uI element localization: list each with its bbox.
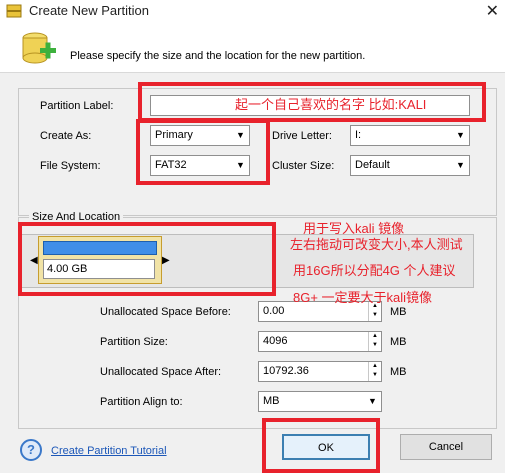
unallocated-after-value: 10792.36 [263,365,309,377]
dropdown-arrow-icon: ▼ [456,160,465,170]
partition-size-label: Partition Size: [100,336,168,348]
create-as-label: Create As: [40,130,92,142]
cluster-size-label: Cluster Size: [272,160,335,172]
align-to-select[interactable]: MB ▼ [258,391,382,412]
unallocated-after-label: Unallocated Space After: [100,366,222,378]
drive-letter-select[interactable]: I: ▼ [350,125,470,146]
unallocated-before-value: 0.00 [263,305,285,317]
annotation-size-hint-3: 用16G所以分配4G 个人建议 [293,263,456,278]
close-icon[interactable]: ✕ [486,1,499,21]
cluster-size-select[interactable]: Default ▼ [350,155,470,176]
disk-add-icon [22,32,56,64]
unallocated-before-unit: MB [390,306,407,318]
drive-letter-label: Drive Letter: [272,130,332,142]
spin-arrows-icon[interactable]: ▲ ▼ [368,362,381,381]
annotation-size-hint-4: 8G+ 一定要大于kali镜像 [293,290,433,305]
dropdown-arrow-icon: ▼ [456,130,465,140]
partition-label-label: Partition Label: [40,100,114,112]
annotation-label-hint: 起一个自己喜欢的名字 比如:KALI [235,97,427,112]
unallocated-before-label: Unallocated Space Before: [100,306,231,318]
unallocated-after-unit: MB [390,366,407,378]
cancel-button[interactable]: Cancel [400,434,492,460]
annotation-size-hint-2: 左右拖动可改变大小,本人测试 [290,237,463,252]
dropdown-arrow-icon: ▼ [368,396,377,406]
cluster-size-value: Default [355,159,390,171]
dialog-header: Please specify the size and the location… [0,22,505,73]
partition-size-input[interactable]: 4096 ▲ ▼ [258,331,382,352]
annotation-box-ok [262,418,380,473]
spin-arrows-icon[interactable]: ▲ ▼ [368,332,381,351]
align-to-value: MB [263,395,280,407]
create-partition-tutorial-link[interactable]: Create Partition Tutorial [51,445,167,457]
drive-letter-value: I: [355,129,362,141]
help-icon[interactable]: ? [20,439,42,461]
annotation-box-size [18,222,276,296]
align-to-label: Partition Align to: [100,396,183,408]
annotation-box-type [136,119,270,185]
partition-size-value: 4096 [263,335,288,347]
app-partition-icon [6,4,22,18]
window-title: Create New Partition [29,3,149,18]
dialog-body: Please specify the size and the location… [0,22,505,473]
partition-size-unit: MB [390,336,407,348]
header-description: Please specify the size and the location… [70,50,366,62]
file-system-label: File System: [40,160,101,172]
title-bar: Create New Partition ✕ [0,0,505,22]
unallocated-after-input[interactable]: 10792.36 ▲ ▼ [258,361,382,382]
